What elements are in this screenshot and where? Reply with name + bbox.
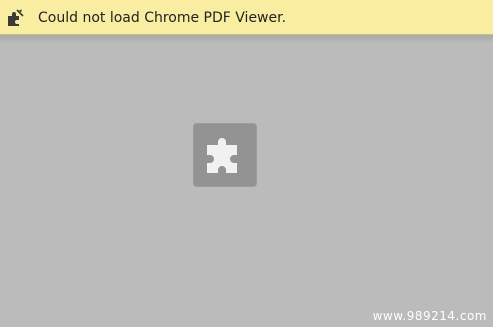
infobar-shadow	[0, 35, 493, 43]
plugin-warning-icon	[6, 9, 24, 27]
puzzle-piece-icon	[207, 138, 237, 173]
plugin-error-page: Could not load Chrome PDF Viewer. www.98…	[0, 0, 493, 327]
infobar-message: Could not load Chrome PDF Viewer.	[38, 10, 287, 26]
infobar: Could not load Chrome PDF Viewer.	[0, 0, 493, 35]
watermark-text: www.989214.com	[372, 309, 487, 323]
plugin-placeholder[interactable]	[193, 123, 257, 187]
